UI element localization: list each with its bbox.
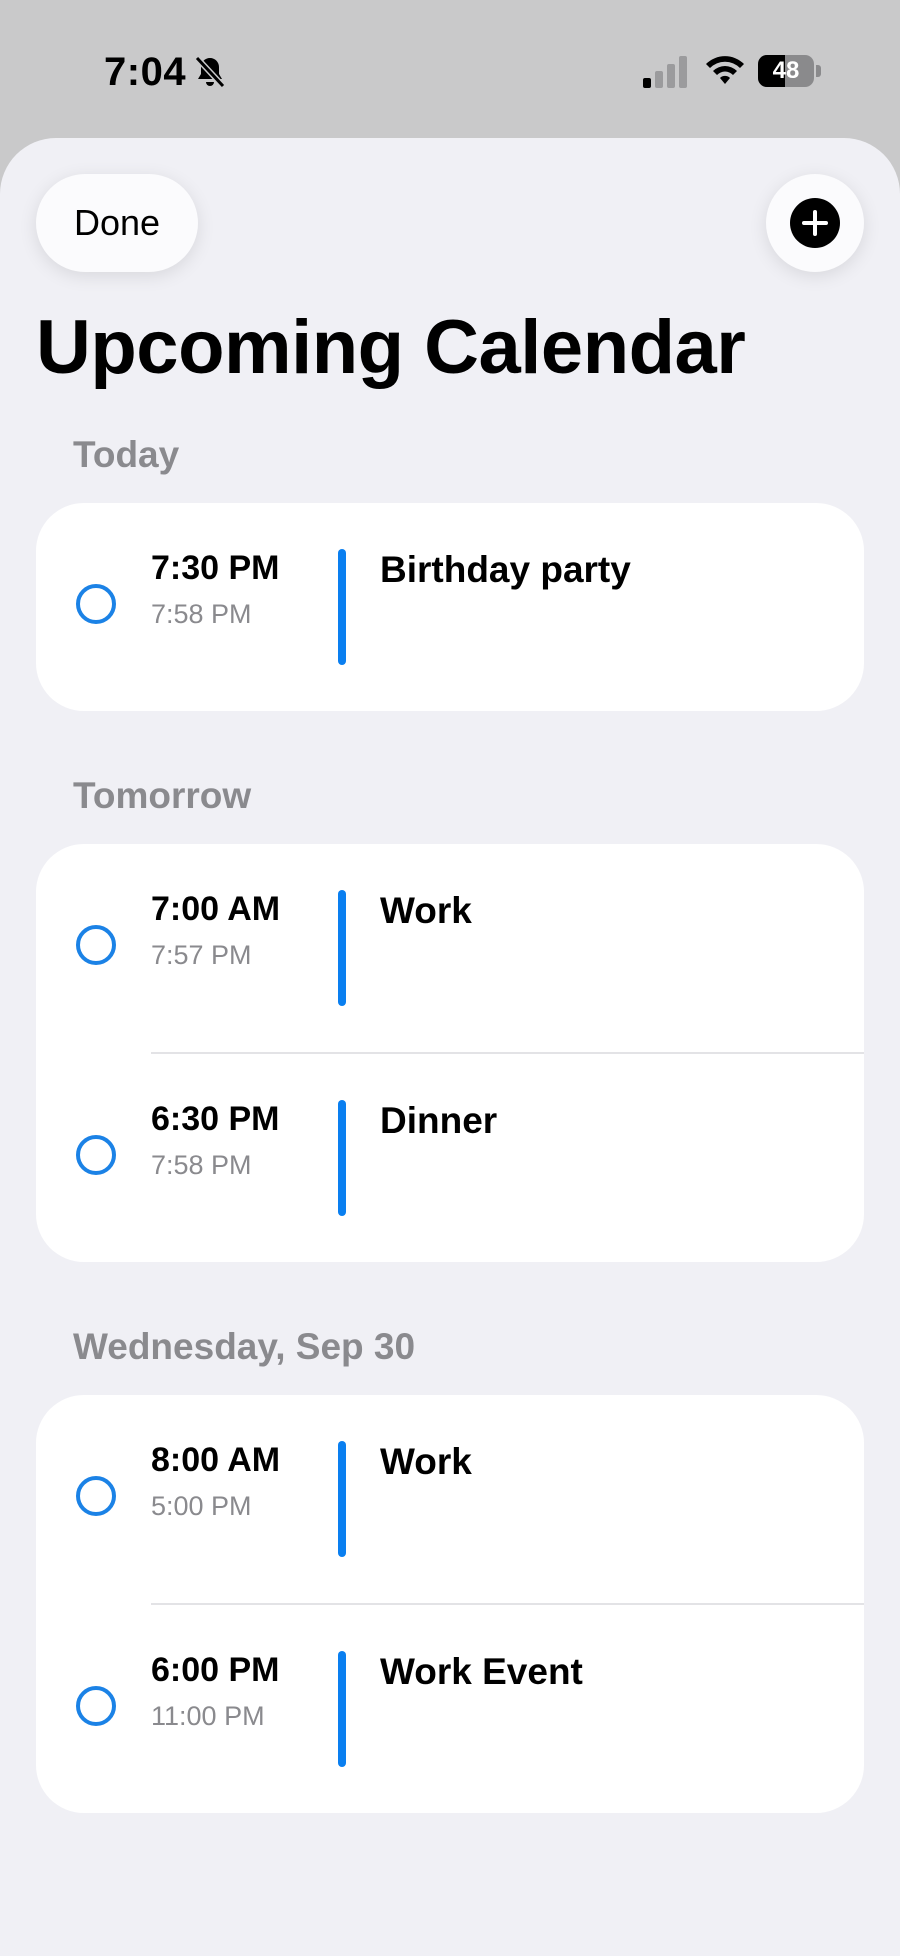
event-title: Birthday party [380, 549, 631, 590]
event-row[interactable]: 7:30 PM 7:58 PM Birthday party [36, 503, 864, 711]
complete-circle-button[interactable] [76, 1135, 116, 1175]
wifi-icon [706, 56, 744, 84]
event-title: Work Event [380, 1651, 583, 1692]
battery-level: 48 [772, 57, 800, 84]
event-end-time: 7:57 PM [151, 940, 252, 970]
complete-circle-button[interactable] [76, 925, 116, 965]
event-start-time: 7:00 AM [151, 890, 281, 928]
status-bar: 7:04 48 [0, 0, 900, 140]
complete-circle-button[interactable] [76, 1476, 116, 1516]
event-title: Work [380, 1441, 472, 1482]
event-title: Dinner [380, 1100, 498, 1141]
event-row[interactable]: 6:00 PM 11:00 PM Work Event [36, 1605, 864, 1813]
plus-circle-icon [790, 198, 840, 248]
page-title: Upcoming Calendar [36, 305, 746, 390]
calendar-color-bar [338, 1441, 346, 1557]
event-start-time: 6:00 PM [151, 1651, 280, 1689]
event-card-tomorrow: 7:00 AM 7:57 PM Work 6:30 PM 7:58 PM Din… [36, 844, 864, 1262]
complete-circle-button[interactable] [76, 1686, 116, 1726]
calendar-color-bar [338, 1651, 346, 1767]
done-button[interactable]: Done [36, 174, 198, 272]
event-end-time: 5:00 PM [151, 1491, 252, 1521]
calendar-color-bar [338, 549, 346, 665]
calendar-color-bar [338, 1100, 346, 1216]
section-header-today: Today [73, 434, 180, 475]
event-card-today: 7:30 PM 7:58 PM Birthday party [36, 503, 864, 711]
cellular-signal-icon [643, 56, 687, 88]
event-row[interactable]: 7:00 AM 7:57 PM Work [36, 844, 864, 1052]
event-end-time: 11:00 PM [151, 1701, 265, 1731]
event-card-wednesday: 8:00 AM 5:00 PM Work 6:00 PM 11:00 PM Wo… [36, 1395, 864, 1813]
event-start-time: 7:30 PM [151, 549, 280, 587]
event-start-time: 6:30 PM [151, 1100, 280, 1138]
event-end-time: 7:58 PM [151, 599, 252, 629]
event-title: Work [380, 890, 472, 931]
calendar-color-bar [338, 890, 346, 1006]
event-end-time: 7:58 PM [151, 1150, 252, 1180]
bell-slash-icon [194, 55, 226, 89]
add-event-button[interactable] [766, 174, 864, 272]
calendar-sheet: Done Upcoming Calendar Today 7:30 PM 7:5… [0, 138, 900, 1956]
event-row[interactable]: 6:30 PM 7:58 PM Dinner [36, 1054, 864, 1262]
event-start-time: 8:00 AM [151, 1441, 281, 1479]
battery-icon: 48 [758, 55, 822, 87]
event-row[interactable]: 8:00 AM 5:00 PM Work [36, 1395, 864, 1603]
complete-circle-button[interactable] [76, 584, 116, 624]
section-header-tomorrow: Tomorrow [73, 775, 252, 816]
section-header-wednesday: Wednesday, Sep 30 [73, 1326, 416, 1367]
status-time: 7:04 [104, 50, 187, 94]
